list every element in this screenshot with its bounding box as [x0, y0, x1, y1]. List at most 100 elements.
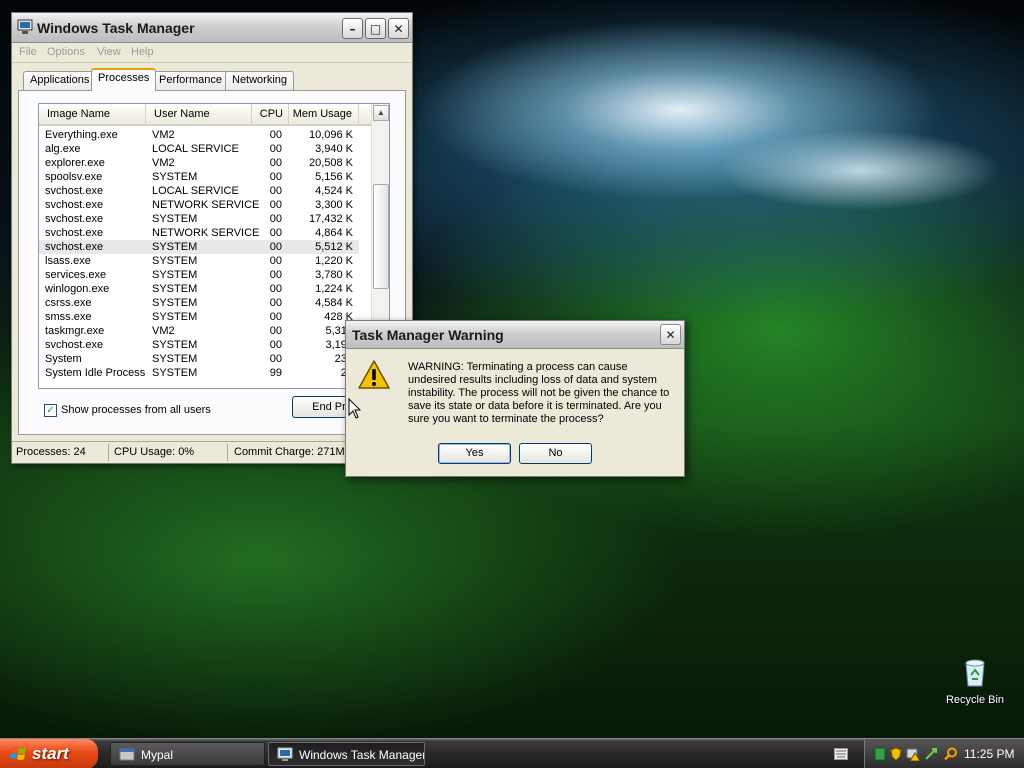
tab-applications[interactable]: Applications: [23, 71, 97, 90]
cell-user-name: VM2: [152, 325, 175, 337]
table-row[interactable]: csrss.exe SYSTEM 00 4,584 K: [39, 296, 359, 310]
warning-titlebar[interactable]: Task Manager Warning ✕: [346, 321, 684, 349]
cell-user-name: NETWORK SERVICE: [152, 227, 260, 239]
menu-file[interactable]: File: [19, 46, 37, 58]
cell-image-name: spoolsv.exe: [45, 171, 103, 183]
yes-button[interactable]: Yes: [438, 443, 511, 464]
shield-icon[interactable]: [889, 747, 903, 761]
cell-cpu: 00: [269, 283, 282, 295]
table-row[interactable]: taskmgr.exe VM2 00 5,316: [39, 324, 359, 338]
taskbar-item-task-manager[interactable]: Windows Task Manager: [268, 742, 425, 766]
cell-mem-usage: 3,780 K: [315, 269, 353, 281]
cell-user-name: LOCAL SERVICE: [152, 143, 239, 155]
task-manager-titlebar[interactable]: Windows Task Manager – □ ✕: [12, 13, 412, 43]
cell-mem-usage: 5,512 K: [315, 241, 353, 253]
clock[interactable]: 11:25 PM: [964, 747, 1014, 761]
cell-cpu: 00: [269, 269, 282, 281]
cell-mem-usage: 3,192: [325, 339, 353, 351]
table-row[interactable]: svchost.exe SYSTEM 00 3,192: [39, 338, 359, 352]
column-user-name[interactable]: User Name: [146, 104, 252, 124]
no-button[interactable]: No: [519, 443, 592, 464]
taskbar: start Mypal Windows Task Manager 11:25 P…: [0, 738, 1024, 768]
process-list[interactable]: Image Name User Name CPU Mem Usage Every…: [38, 103, 390, 389]
table-row[interactable]: svchost.exe LOCAL SERVICE 00 4,524 K: [39, 184, 359, 198]
cell-mem-usage: 1,224 K: [315, 283, 353, 295]
scroll-thumb[interactable]: [373, 184, 389, 289]
cell-image-name: Everything.exe: [45, 129, 118, 141]
recycle-bin-label: Recycle Bin: [945, 694, 1005, 706]
search-icon[interactable]: [944, 747, 958, 761]
column-cpu[interactable]: CPU: [252, 104, 289, 124]
security-alert-icon[interactable]: [906, 747, 920, 761]
table-row[interactable]: alg.exe LOCAL SERVICE 00 3,940 K: [39, 142, 359, 156]
warning-close-button[interactable]: ✕: [660, 324, 681, 345]
cell-mem-usage: 17,432 K: [308, 213, 353, 225]
cell-image-name: csrss.exe: [45, 297, 92, 309]
cell-image-name: System Idle Process: [45, 367, 146, 379]
maximize-button[interactable]: □: [365, 18, 386, 39]
table-row[interactable]: lsass.exe SYSTEM 00 1,220 K: [39, 254, 359, 268]
table-row[interactable]: svchost.exe SYSTEM 00 5,512 K: [39, 240, 359, 254]
cell-user-name: SYSTEM: [152, 353, 198, 365]
menu-view[interactable]: View: [97, 46, 121, 58]
network-icon[interactable]: [873, 747, 887, 761]
recycle-bin[interactable]: Recycle Bin: [940, 655, 1010, 706]
status-commit-charge: Commit Charge: 271M /: [234, 446, 351, 458]
table-row[interactable]: winlogon.exe SYSTEM 00 1,224 K: [39, 282, 359, 296]
cell-user-name: SYSTEM: [152, 311, 198, 323]
status-separator: [227, 444, 228, 461]
cell-cpu: 00: [269, 297, 282, 309]
cell-cpu: 00: [269, 213, 282, 225]
cell-mem-usage: 4,584 K: [315, 297, 353, 309]
tab-performance[interactable]: Performance: [152, 71, 229, 90]
cell-user-name: SYSTEM: [152, 171, 198, 183]
table-row[interactable]: svchost.exe NETWORK SERVICE 00 4,864 K: [39, 226, 359, 240]
cell-mem-usage: 1,220 K: [315, 255, 353, 267]
menu-help[interactable]: Help: [131, 46, 154, 58]
usb-icon[interactable]: [924, 747, 938, 761]
cell-image-name: alg.exe: [45, 143, 81, 155]
warning-dialog: Task Manager Warning ✕ WARNING: Terminat…: [345, 320, 685, 477]
tab-networking[interactable]: Networking: [225, 71, 295, 90]
scroll-up-button[interactable]: ▲: [373, 105, 389, 121]
column-image-name[interactable]: Image Name: [39, 104, 146, 124]
cell-user-name: NETWORK SERVICE: [152, 199, 260, 211]
table-row[interactable]: svchost.exe SYSTEM 00 17,432 K: [39, 212, 359, 226]
table-row[interactable]: svchost.exe NETWORK SERVICE 00 3,300 K: [39, 198, 359, 212]
cell-image-name: svchost.exe: [45, 227, 104, 239]
cell-mem-usage: 3,300 K: [315, 199, 353, 211]
table-row[interactable]: services.exe SYSTEM 00 3,780 K: [39, 268, 359, 282]
close-button[interactable]: ✕: [388, 18, 409, 39]
cell-image-name: svchost.exe: [45, 199, 104, 211]
cell-cpu: 00: [269, 171, 282, 183]
cell-user-name: SYSTEM: [152, 241, 198, 253]
cell-mem-usage: 5,156 K: [315, 171, 353, 183]
keyboard-icon[interactable]: [834, 748, 848, 760]
cell-user-name: SYSTEM: [152, 283, 198, 295]
taskbar-item-mypal[interactable]: Mypal: [110, 742, 265, 766]
process-list-header: Image Name User Name CPU Mem Usage: [39, 104, 371, 126]
cell-image-name: winlogon.exe: [45, 283, 110, 295]
cell-mem-usage: 3,940 K: [315, 143, 353, 155]
start-button[interactable]: start: [0, 739, 98, 768]
maximize-icon: □: [369, 21, 382, 36]
table-row[interactable]: Everything.exe VM2 00 10,096 K: [39, 128, 359, 142]
tab-processes[interactable]: Processes: [91, 68, 157, 91]
taskbar-item-label: Mypal: [141, 748, 174, 762]
show-all-users-checkbox[interactable]: ✓: [44, 404, 57, 417]
menu-bar: File Options View Help: [12, 43, 412, 63]
table-row[interactable]: spoolsv.exe SYSTEM 00 5,156 K: [39, 170, 359, 184]
table-row[interactable]: System Idle Process SYSTEM 99 28: [39, 366, 359, 380]
cell-cpu: 00: [269, 199, 282, 211]
cell-user-name: LOCAL SERVICE: [152, 185, 239, 197]
cell-cpu: 00: [269, 227, 282, 239]
table-row[interactable]: explorer.exe VM2 00 20,508 K: [39, 156, 359, 170]
table-row[interactable]: System SYSTEM 00 236: [39, 352, 359, 366]
table-row[interactable]: smss.exe SYSTEM 00 428 K: [39, 310, 359, 324]
browser-icon: [119, 748, 135, 761]
task-manager-app-icon: [17, 19, 33, 34]
menu-options[interactable]: Options: [47, 46, 85, 58]
column-mem-usage[interactable]: Mem Usage: [289, 104, 359, 124]
minimize-button[interactable]: –: [342, 18, 363, 39]
cell-user-name: SYSTEM: [152, 339, 198, 351]
